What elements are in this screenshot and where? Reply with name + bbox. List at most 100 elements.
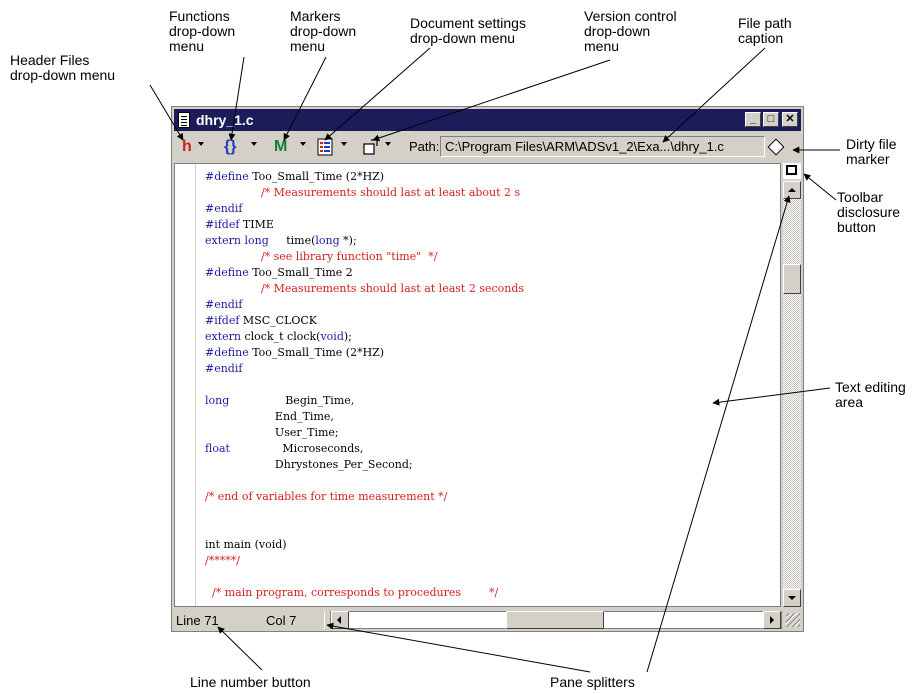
code-line: #endif bbox=[205, 201, 524, 217]
markers-dropdown-arrow[interactable] bbox=[300, 142, 306, 146]
code-text: #define Too_Small_Time (2*HZ) /* Measure… bbox=[205, 169, 524, 601]
editor-gutter bbox=[175, 164, 196, 606]
scroll-left-button[interactable] bbox=[331, 611, 349, 629]
header-files-callout: Header Files drop-down menu bbox=[10, 52, 116, 83]
toolbar-disclosure-button[interactable] bbox=[783, 163, 801, 179]
code-line: #define Too_Small_Time (2*HZ) bbox=[205, 169, 524, 185]
code-token: Too_Small_Time 2 bbox=[248, 266, 353, 279]
horizontal-scrollbar[interactable] bbox=[330, 611, 782, 629]
line-number-button-callout: Line number button bbox=[190, 674, 311, 690]
scroll-up-button[interactable] bbox=[783, 181, 801, 199]
line-number-button[interactable]: Line 71 bbox=[176, 613, 219, 628]
code-token: long bbox=[205, 394, 230, 407]
code-line: long Begin_Time, bbox=[205, 393, 524, 409]
code-token: #endif bbox=[205, 362, 243, 375]
code-line: #endif bbox=[205, 297, 524, 313]
code-token: /* end of variables for time measurement… bbox=[205, 490, 448, 503]
version-control-callout: Version control drop-down menu bbox=[584, 8, 677, 54]
code-token: #define bbox=[205, 170, 249, 183]
code-line: #define Too_Small_Time (2*HZ) bbox=[205, 345, 524, 361]
code-line: extern clock_t clock(void); bbox=[205, 329, 524, 345]
window-title: dhry_1.c bbox=[196, 112, 254, 128]
title-bar[interactable]: dhry_1.c _ □ ✕ bbox=[174, 109, 801, 131]
header-files-icon[interactable]: h bbox=[182, 137, 192, 157]
code-token: void bbox=[320, 330, 344, 343]
code-token: /* Measurements should last at least abo… bbox=[205, 186, 521, 199]
code-line: Dhrystones_Per_Second; bbox=[205, 457, 524, 473]
code-line: /* see library function "time" */ bbox=[205, 249, 524, 265]
code-line: #ifdef TIME bbox=[205, 217, 524, 233]
code-token: Too_Small_Time (2*HZ) bbox=[248, 170, 385, 183]
functions-icon[interactable]: {} bbox=[224, 137, 236, 157]
code-line: float Microseconds, bbox=[205, 441, 524, 457]
status-bar: Line 71 Col 7 bbox=[174, 611, 801, 629]
text-editing-area[interactable]: #define Too_Small_Time (2*HZ) /* Measure… bbox=[174, 163, 781, 607]
code-line: User_Time; bbox=[205, 425, 524, 441]
code-token: TIME bbox=[239, 218, 274, 231]
editor-toolbar: h {} M Path: C:\Program Files\ARM\ADSv1_… bbox=[174, 133, 801, 161]
scroll-right-button[interactable] bbox=[763, 611, 781, 629]
code-token: ); bbox=[343, 330, 352, 343]
code-token: extern long bbox=[205, 234, 269, 247]
code-token: MSC_CLOCK bbox=[239, 314, 318, 327]
scroll-down-button[interactable] bbox=[783, 589, 801, 607]
path-label: Path: bbox=[409, 139, 440, 154]
code-line: #ifdef MSC_CLOCK bbox=[205, 313, 524, 329]
code-token: Dhrystones_Per_Second; bbox=[205, 458, 413, 471]
code-token: #define bbox=[205, 266, 249, 279]
header-files-dropdown-arrow[interactable] bbox=[198, 142, 204, 146]
horizontal-scroll-thumb[interactable] bbox=[506, 611, 604, 629]
code-token: time( bbox=[268, 234, 316, 247]
pane-splitters-callout: Pane splitters bbox=[550, 674, 635, 690]
dirty-file-marker-icon bbox=[767, 138, 785, 156]
file-path-caption-callout: File path caption bbox=[738, 15, 792, 46]
code-token: *); bbox=[339, 234, 357, 247]
vertical-scrollbar[interactable] bbox=[783, 163, 801, 607]
code-token: /* Measurements should last at least 2 s… bbox=[205, 282, 525, 295]
text-editing-area-callout: Text editing area bbox=[835, 379, 906, 410]
markers-icon[interactable]: M bbox=[274, 137, 287, 157]
pane-splitter-leader-1 bbox=[326, 622, 591, 673]
code-token: extern bbox=[205, 330, 241, 343]
version-control-icon[interactable] bbox=[363, 139, 379, 159]
document-settings-dropdown-arrow[interactable] bbox=[341, 142, 347, 146]
maximize-button[interactable]: □ bbox=[763, 112, 779, 127]
code-token: /* see library function "time" */ bbox=[205, 250, 438, 263]
code-token: int main (void) bbox=[205, 538, 287, 551]
code-token: /*****/ bbox=[205, 554, 240, 567]
code-token: Begin_Time, bbox=[229, 394, 355, 407]
code-token: long bbox=[315, 234, 340, 247]
code-line: /* Measurements should last at least 2 s… bbox=[205, 281, 524, 297]
resize-grip[interactable] bbox=[786, 613, 800, 627]
minimize-button[interactable]: _ bbox=[745, 112, 761, 127]
code-token: Microseconds, bbox=[229, 442, 364, 455]
document-settings-icon[interactable] bbox=[317, 138, 333, 158]
vertical-scroll-thumb[interactable] bbox=[783, 264, 801, 294]
functions-dropdown-arrow[interactable] bbox=[251, 142, 257, 146]
column-number: Col 7 bbox=[266, 613, 297, 628]
code-line: #endif bbox=[205, 361, 524, 377]
version-control-dropdown-arrow[interactable] bbox=[385, 142, 391, 146]
code-token: User_Time; bbox=[205, 426, 339, 439]
code-line: End_Time, bbox=[205, 409, 524, 425]
code-line: #define Too_Small_Time 2 bbox=[205, 265, 524, 281]
line-number-leader bbox=[217, 626, 263, 671]
functions-callout: Functions drop-down menu bbox=[169, 8, 236, 54]
close-button[interactable]: ✕ bbox=[782, 112, 798, 127]
toolbar-disclosure-leader bbox=[803, 173, 837, 201]
code-line: int main (void) bbox=[205, 537, 524, 553]
code-token: float bbox=[205, 442, 230, 455]
code-token: #endif bbox=[205, 298, 243, 311]
code-token: Too_Small_Time (2*HZ) bbox=[248, 346, 385, 359]
code-line: /* Measurements should last at least abo… bbox=[205, 185, 524, 201]
code-token: End_Time, bbox=[205, 410, 334, 423]
editor-window: dhry_1.c _ □ ✕ h {} M Path: C:\Program F… bbox=[171, 106, 804, 632]
code-token: clock_t clock( bbox=[241, 330, 321, 343]
vertical-scroll-track[interactable] bbox=[783, 181, 801, 607]
document-settings-callout: Document settings drop-down menu bbox=[410, 15, 526, 46]
